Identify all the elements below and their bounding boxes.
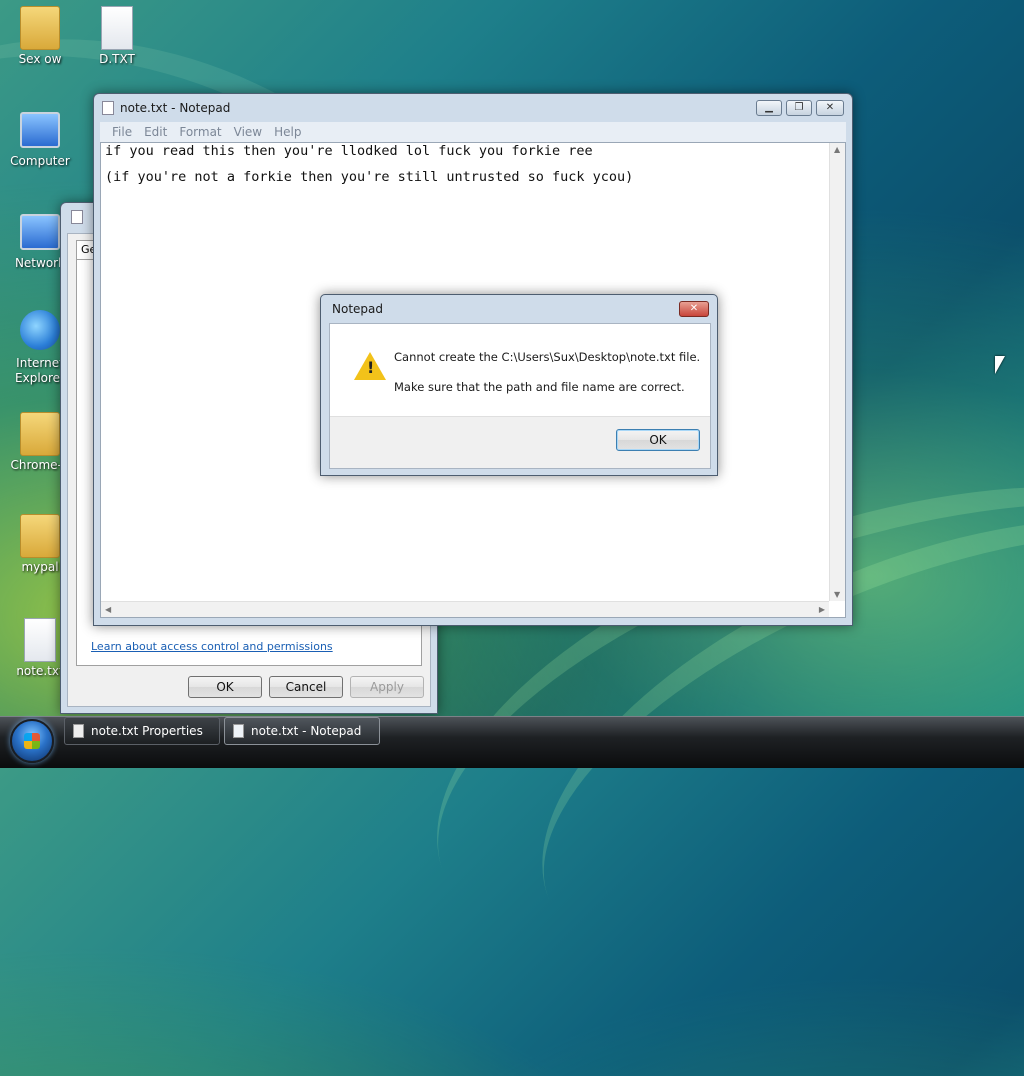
menu-bar: File Edit Format View Help	[100, 122, 846, 142]
desktop-icon-sex-ow[interactable]: Sex ow	[0, 6, 80, 66]
properties-cancel-button[interactable]: Cancel	[269, 676, 343, 698]
dialog-content: ! Cannot create the C:\Users\Sux\Desktop…	[329, 323, 711, 469]
taskbar-item-label: note.txt Properties	[91, 724, 203, 738]
desktop-icon-computer[interactable]: Computer	[0, 108, 80, 168]
close-icon: ✕	[689, 303, 699, 314]
error-dialog-titlebar[interactable]: Notepad	[321, 295, 717, 323]
taskbar-item-notepad[interactable]: note.txt - Notepad	[224, 717, 380, 745]
scroll-down-icon[interactable]: ▼	[834, 590, 840, 599]
text-line-1: if you read this then you're llodked lol…	[105, 143, 593, 159]
notepad-titlebar[interactable]: note.txt - Notepad	[94, 94, 852, 122]
dialog-close-button[interactable]: ✕	[679, 301, 709, 317]
desktop-icon-label: Sex ow	[18, 52, 62, 66]
internet-explorer-icon	[20, 310, 60, 350]
taskbar: note.txt Properties note.txt - Notepad	[0, 716, 1024, 768]
vertical-scrollbar[interactable]: ▲ ▼	[829, 143, 845, 601]
folder-icon	[20, 514, 60, 558]
properties-apply-button[interactable]: Apply	[350, 676, 424, 698]
folder-icon	[20, 6, 60, 50]
text-file-icon	[24, 618, 56, 662]
computer-icon	[20, 112, 60, 148]
text-line-2: (if you're not a forkie then you're stil…	[105, 169, 634, 185]
scroll-up-icon[interactable]: ▲	[834, 145, 840, 154]
minimize-button[interactable]: ▁	[756, 100, 782, 116]
notepad-title: note.txt - Notepad	[120, 101, 231, 115]
access-control-link[interactable]: Learn about access control and permissio…	[91, 640, 333, 653]
network-icon	[20, 214, 60, 250]
desktop-icon-label: Computer	[10, 154, 70, 168]
restore-icon: ❐	[794, 102, 804, 113]
dialog-ok-button[interactable]: OK	[616, 429, 700, 451]
text-file-icon	[101, 6, 133, 50]
maximize-button[interactable]: ❐	[786, 100, 812, 116]
properties-ok-button[interactable]: OK	[188, 676, 262, 698]
menu-edit[interactable]: Edit	[140, 125, 175, 139]
close-icon: ✕	[825, 102, 835, 113]
error-message: Cannot create the C:\Users\Sux\Desktop\n…	[394, 350, 701, 364]
start-button[interactable]	[10, 719, 54, 763]
folder-icon	[20, 412, 60, 456]
taskbar-item-properties[interactable]: note.txt Properties	[64, 717, 220, 745]
menu-view[interactable]: View	[230, 125, 270, 139]
warning-icon: !	[354, 352, 386, 380]
desktop-icon-d-txt[interactable]: D.TXT	[77, 6, 157, 66]
dialog-footer: OK	[330, 416, 710, 468]
mouse-cursor-icon	[995, 356, 1005, 374]
error-dialog-title: Notepad	[332, 302, 383, 316]
document-icon	[73, 724, 84, 738]
minimize-icon: ▁	[765, 102, 773, 113]
menu-file[interactable]: File	[108, 125, 140, 139]
document-icon	[71, 210, 83, 224]
menu-format[interactable]: Format	[175, 125, 229, 139]
error-detail: Make sure that the path and file name ar…	[394, 380, 685, 394]
scroll-left-icon[interactable]: ◀	[105, 605, 111, 614]
notepad-icon	[233, 724, 244, 738]
notepad-icon	[102, 101, 114, 115]
scroll-right-icon[interactable]: ▶	[819, 605, 825, 614]
menu-help[interactable]: Help	[270, 125, 309, 139]
horizontal-scrollbar[interactable]: ◀ ▶	[101, 601, 829, 617]
taskbar-item-label: note.txt - Notepad	[251, 724, 362, 738]
error-dialog[interactable]: Notepad ✕ ! Cannot create the C:\Users\S…	[320, 294, 718, 476]
warning-exclamation: !	[367, 358, 375, 377]
desktop-icon-label: D.TXT	[99, 52, 135, 66]
close-button[interactable]: ✕	[816, 100, 844, 116]
windows-logo-icon	[24, 733, 40, 749]
desktop-icon-label: Internet Explorer	[15, 356, 65, 385]
